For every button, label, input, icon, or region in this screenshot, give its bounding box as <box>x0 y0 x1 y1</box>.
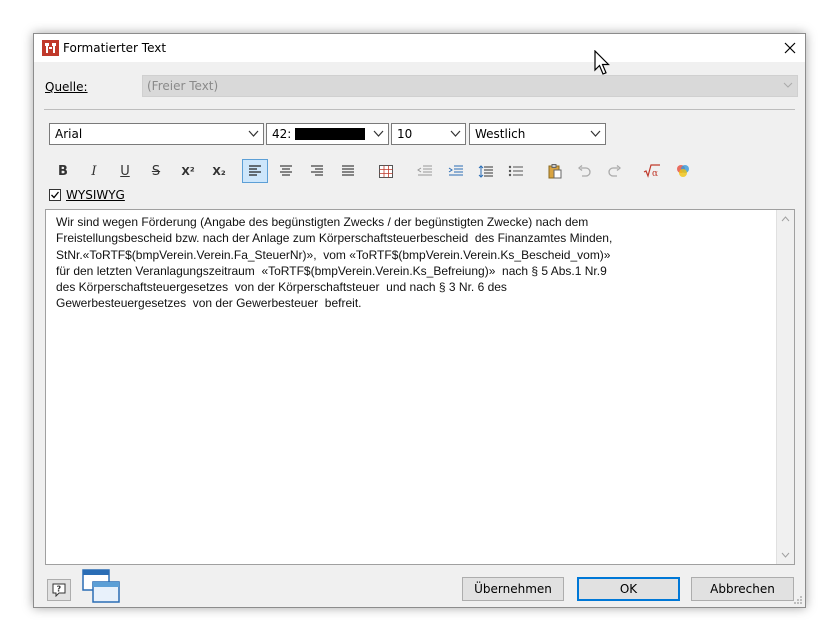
bold-button[interactable]: B <box>50 159 76 183</box>
app-icon <box>42 40 59 56</box>
italic-button[interactable]: I <box>81 159 107 183</box>
mouse-cursor-icon <box>594 50 610 75</box>
close-button[interactable] <box>775 34 805 62</box>
formatted-text-dialog: Formatierter Text Quelle: (Freier Text) … <box>33 33 806 608</box>
help-button[interactable]: ? <box>47 579 71 601</box>
window-title: Formatierter Text <box>63 41 167 55</box>
separator <box>44 109 795 110</box>
font-size-select[interactable]: 10 <box>391 123 466 145</box>
close-icon <box>784 42 796 54</box>
cancel-label: Abbrechen <box>710 582 775 596</box>
justify-button[interactable] <box>335 159 361 183</box>
style-code-value: 42: <box>272 127 292 141</box>
quelle-label: Quelle: <box>45 80 88 94</box>
line-spacing-button[interactable] <box>473 159 499 183</box>
svg-text:α: α <box>652 169 658 178</box>
indent-icon <box>448 165 463 176</box>
wysiwyg-label: WYSIWYG <box>66 188 125 202</box>
editor-line: für den letzten Veranlagungszeitraum «To… <box>56 263 607 278</box>
bullet-list-button[interactable] <box>503 159 529 183</box>
chevron-down-icon <box>373 130 384 137</box>
align-left-icon <box>249 165 261 176</box>
indent-button[interactable] <box>443 159 469 183</box>
title-bar[interactable]: Formatierter Text <box>34 34 805 62</box>
formula-button[interactable]: α <box>639 159 665 183</box>
redacted-bar <box>295 128 366 140</box>
align-center-icon <box>280 165 292 176</box>
svg-text:?: ? <box>57 585 62 594</box>
help-icon: ? <box>52 583 66 597</box>
vertical-scrollbar[interactable] <box>776 210 794 564</box>
editor-line: StNr.«ToRTF$(bmpVerein.Verein.Fa_SteuerN… <box>56 247 611 262</box>
rich-text-editor[interactable]: Wir sind wegen Förderung (Angabe des beg… <box>45 209 795 565</box>
redo-icon <box>608 165 622 177</box>
scroll-up-icon <box>781 216 790 222</box>
chevron-down-icon <box>450 130 461 137</box>
undo-button[interactable] <box>571 159 597 183</box>
redo-button[interactable] <box>602 159 628 183</box>
chevron-down-icon <box>783 82 793 88</box>
paste-icon <box>548 163 562 178</box>
align-right-button[interactable] <box>304 159 330 183</box>
scroll-down-icon <box>781 552 790 558</box>
color-icon <box>677 165 689 177</box>
table-icon <box>379 164 393 178</box>
color-button[interactable] <box>670 159 696 183</box>
style-select[interactable]: 42: <box>266 123 389 145</box>
outdent-icon <box>417 165 432 176</box>
editor-line: Gewerbesteuergesetzes von der Gewerbeste… <box>56 296 362 311</box>
align-right-icon <box>311 165 323 176</box>
font-family-value: Arial <box>55 127 83 141</box>
wysiwyg-toggle[interactable]: WYSIWYG <box>49 188 125 202</box>
ok-label: OK <box>619 582 638 596</box>
strikethrough-button[interactable]: S <box>143 159 169 183</box>
windows-icon[interactable] <box>82 569 122 605</box>
justify-icon <box>342 165 354 176</box>
script-value: Westlich <box>475 127 526 141</box>
cancel-button[interactable]: Abbrechen <box>691 577 794 601</box>
underline-button[interactable]: U <box>112 159 138 183</box>
line-spacing-icon <box>478 164 493 178</box>
editor-line: Freistellungsbescheid bzw. nach der Anla… <box>56 231 613 246</box>
script-select[interactable]: Westlich <box>469 123 606 145</box>
quelle-select: (Freier Text) <box>142 75 798 97</box>
align-left-button[interactable] <box>242 159 268 183</box>
font-size-value: 10 <box>397 127 413 141</box>
paste-button[interactable] <box>542 159 568 183</box>
table-button[interactable] <box>373 159 399 183</box>
font-family-select[interactable]: Arial <box>49 123 264 145</box>
apply-label: Übernehmen <box>474 582 552 596</box>
ok-button[interactable]: OK <box>577 577 680 601</box>
quelle-value: (Freier Text) <box>147 79 219 93</box>
editor-content[interactable]: Wir sind wegen Förderung (Angabe des beg… <box>56 214 766 312</box>
checkmark-icon <box>51 191 60 199</box>
outdent-button[interactable] <box>412 159 438 183</box>
align-center-button[interactable] <box>273 159 299 183</box>
bullet-list-icon <box>508 165 523 177</box>
chevron-down-icon <box>590 130 601 137</box>
apply-button[interactable]: Übernehmen <box>462 577 564 601</box>
resize-grip-icon[interactable] <box>793 595 803 605</box>
editor-line: des Körperschaftsteuergesetzes von der K… <box>56 280 507 295</box>
wysiwyg-checkbox[interactable] <box>49 189 61 201</box>
subscript-button[interactable]: X₂ <box>206 159 232 183</box>
chevron-down-icon <box>248 130 259 137</box>
editor-line: Wir sind wegen Förderung (Angabe des beg… <box>56 215 589 229</box>
superscript-button[interactable]: X² <box>175 159 201 183</box>
undo-icon <box>577 165 591 177</box>
formula-icon: α <box>643 164 660 178</box>
